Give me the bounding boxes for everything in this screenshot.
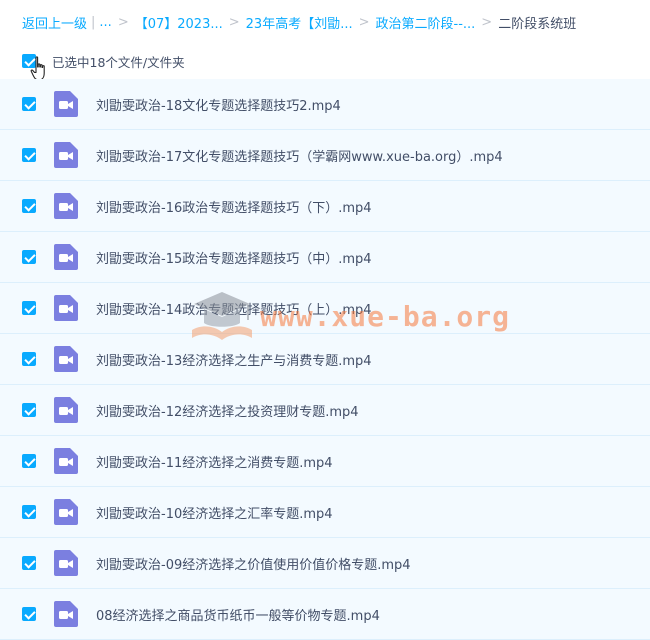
file-checkbox[interactable] xyxy=(22,505,36,519)
video-file-icon xyxy=(54,346,78,372)
selection-count-text: 已选中18个文件/文件夹 xyxy=(52,54,185,70)
video-file-icon xyxy=(54,142,78,168)
file-row[interactable]: 08经济选择之商品货币纸币一般等价物专题.mp4 xyxy=(0,589,650,640)
file-name[interactable]: 刘勖雯政治-18文化专题选择题技巧2.mp4 xyxy=(96,95,341,114)
file-checkbox[interactable] xyxy=(22,148,36,162)
breadcrumb-item-2[interactable]: 23年高考【刘勖... xyxy=(246,13,353,32)
file-checkbox[interactable] xyxy=(22,454,36,468)
file-row[interactable]: 刘勖雯政治-18文化专题选择题技巧2.mp4 xyxy=(0,79,650,130)
file-row[interactable]: 刘勖雯政治-11经济选择之消费专题.mp4 xyxy=(0,436,650,487)
breadcrumb-item-1[interactable]: 【07】2023... xyxy=(135,13,223,32)
file-name[interactable]: 刘勖雯政治-13经济选择之生产与消费专题.mp4 xyxy=(96,350,372,369)
file-name[interactable]: 刘勖雯政治-16政治专题选择题技巧（下）.mp4 xyxy=(96,197,372,216)
file-name[interactable]: 刘勖雯政治-15政治专题选择题技巧（中）.mp4 xyxy=(96,248,372,267)
file-row[interactable]: 刘勖雯政治-15政治专题选择题技巧（中）.mp4 xyxy=(0,232,650,283)
breadcrumb-separator: > xyxy=(228,14,240,30)
file-row[interactable]: 刘勖雯政治-13经济选择之生产与消费专题.mp4 xyxy=(0,334,650,385)
file-checkbox[interactable] xyxy=(22,97,36,111)
video-file-icon xyxy=(54,601,78,627)
file-name[interactable]: 刘勖雯政治-09经济选择之价值使用价值价格专题.mp4 xyxy=(96,554,411,573)
video-file-icon xyxy=(54,193,78,219)
file-row[interactable]: 刘勖雯政治-09经济选择之价值使用价值价格专题.mp4 xyxy=(0,538,650,589)
file-row[interactable]: 刘勖雯政治-14政治专题选择题技巧（上）.mp4 xyxy=(0,283,650,334)
back-link[interactable]: 返回上一级 xyxy=(22,13,87,32)
video-file-icon xyxy=(54,295,78,321)
file-row[interactable]: 刘勖雯政治-17文化专题选择题技巧（学霸网www.xue-ba.org）.mp4 xyxy=(0,130,650,181)
file-checkbox[interactable] xyxy=(22,352,36,366)
breadcrumb-item-3[interactable]: 政治第二阶段--... xyxy=(376,13,476,32)
file-checkbox[interactable] xyxy=(22,250,36,264)
file-name[interactable]: 刘勖雯政治-12经济选择之投资理财专题.mp4 xyxy=(96,401,359,420)
file-checkbox[interactable] xyxy=(22,199,36,213)
file-name[interactable]: 刘勖雯政治-11经济选择之消费专题.mp4 xyxy=(96,452,333,471)
breadcrumb-current: 二阶段系统班 xyxy=(498,16,577,32)
select-all-checkbox[interactable] xyxy=(22,54,36,68)
file-checkbox[interactable] xyxy=(22,556,36,570)
video-file-icon xyxy=(54,448,78,474)
breadcrumb-separator: > xyxy=(117,14,129,30)
file-row[interactable]: 刘勖雯政治-10经济选择之汇率专题.mp4 xyxy=(0,487,650,538)
file-row[interactable]: 刘勖雯政治-12经济选择之投资理财专题.mp4 xyxy=(0,385,650,436)
selection-header: 已选中18个文件/文件夹 xyxy=(0,44,650,78)
file-row[interactable]: 刘勖雯政治-16政治专题选择题技巧（下）.mp4 xyxy=(0,181,650,232)
video-file-icon xyxy=(54,550,78,576)
video-file-icon xyxy=(54,91,78,117)
file-checkbox[interactable] xyxy=(22,301,36,315)
breadcrumb-divider: | xyxy=(91,14,96,30)
breadcrumb-separator: > xyxy=(481,14,493,30)
video-file-icon xyxy=(54,397,78,423)
breadcrumb-separator: > xyxy=(358,14,370,30)
file-checkbox[interactable] xyxy=(22,607,36,621)
file-name[interactable]: 刘勖雯政治-10经济选择之汇率专题.mp4 xyxy=(96,503,333,522)
file-name[interactable]: 刘勖雯政治-17文化专题选择题技巧（学霸网www.xue-ba.org）.mp4 xyxy=(96,146,503,165)
file-list: 刘勖雯政治-18文化专题选择题技巧2.mp4 刘勖雯政治-17文化专题选择题技巧（… xyxy=(0,79,650,640)
file-name[interactable]: 刘勖雯政治-14政治专题选择题技巧（上）.mp4 xyxy=(96,299,372,318)
breadcrumb-ellipsis[interactable]: ... xyxy=(99,15,111,30)
file-browser: 返回上一级 | ... > 【07】2023... > 23年高考【刘勖... … xyxy=(0,0,650,640)
video-file-icon xyxy=(54,499,78,525)
breadcrumb: 返回上一级 | ... > 【07】2023... > 23年高考【刘勖... … xyxy=(0,0,650,44)
file-checkbox[interactable] xyxy=(22,403,36,417)
video-file-icon xyxy=(54,244,78,270)
file-name[interactable]: 08经济选择之商品货币纸币一般等价物专题.mp4 xyxy=(96,605,380,624)
